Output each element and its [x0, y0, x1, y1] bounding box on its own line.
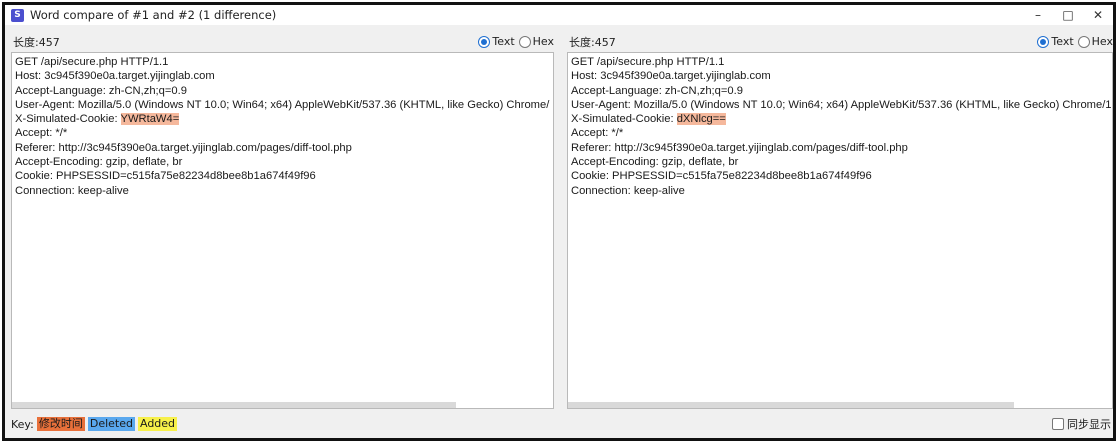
left-line: Accept-Language: zh-CN,zh;q=0.9 — [15, 84, 187, 97]
right-line: Accept-Encoding: gzip, deflate, br — [571, 156, 739, 169]
left-hex-radio[interactable]: Hex — [518, 35, 554, 48]
right-length-label: 长度:457 — [569, 35, 616, 49]
left-line: Accept: */* — [15, 127, 68, 140]
right-text-radio-label: Text — [1051, 35, 1074, 48]
left-length-label: 长度:457 — [13, 35, 60, 49]
radio-unchecked-icon[interactable] — [518, 35, 531, 48]
right-line: Accept-Language: zh-CN,zh;q=0.9 — [571, 84, 743, 97]
close-button[interactable]: ✕ — [1083, 5, 1113, 25]
maximize-button[interactable]: □ — [1053, 5, 1083, 25]
left-pane: 长度:457 Text Hex GET /api/secure.php HTTP… — [11, 32, 554, 409]
radio-unchecked-icon[interactable] — [1077, 35, 1090, 48]
right-cookie-prefix: X-Simulated-Cookie: — [571, 113, 677, 126]
window-controls: – □ ✕ — [1023, 5, 1113, 25]
left-horizontal-scrollbar[interactable] — [12, 402, 456, 408]
window-title: Word compare of #1 and #2 (1 difference) — [30, 8, 277, 22]
key-added: Added — [137, 417, 178, 431]
right-text-radio[interactable]: Text — [1037, 35, 1074, 48]
left-cookie-line: X-Simulated-Cookie: YWRtaW4= — [15, 112, 553, 126]
left-line: GET /api/secure.php HTTP/1.1 — [15, 56, 169, 68]
left-line: User-Agent: Mozilla/5.0 (Windows NT 10.0… — [15, 98, 550, 111]
right-pane: 长度:457 Text Hex GET /api/secure.php HTTP… — [567, 32, 1113, 409]
left-cookie-prefix: X-Simulated-Cookie: — [15, 113, 121, 126]
right-line: Accept: */* — [571, 127, 624, 140]
left-line: Connection: keep-alive — [15, 184, 129, 197]
right-modified-highlight: dXNlcg== — [676, 113, 726, 126]
title-bar: S Word compare of #1 and #2 (1 differenc… — [5, 5, 1113, 25]
right-line: Referer: http://3c945f390e0a.target.yiji… — [571, 141, 908, 154]
right-hex-radio-label: Hex — [1091, 35, 1113, 48]
right-cookie-line: X-Simulated-Cookie: dXNlcg== — [571, 112, 1112, 126]
left-text-radio[interactable]: Text — [478, 35, 515, 48]
left-line: Accept-Encoding: gzip, deflate, br — [15, 156, 183, 169]
left-pane-header: 长度:457 Text Hex — [11, 32, 554, 51]
key-deleted: Deleted — [87, 417, 135, 431]
left-line: Cookie: PHPSESSID=c515fa75e82234d8bee8b1… — [15, 170, 316, 183]
left-line: Host: 3c945f390e0a.target.yijinglab.com — [15, 70, 215, 83]
left-text-area[interactable]: GET /api/secure.php HTTP/1.1 Host: 3c945… — [11, 52, 554, 409]
left-text-radio-label: Text — [492, 35, 515, 48]
sync-display-checkbox[interactable]: 同步显示 — [1052, 416, 1113, 432]
right-line: GET /api/secure.php HTTP/1.1 — [571, 56, 725, 68]
right-view-mode: Text Hex — [1033, 35, 1113, 48]
radio-checked-icon[interactable] — [1037, 35, 1050, 48]
compare-panes: 长度:457 Text Hex GET /api/secure.php HTTP… — [5, 32, 1113, 409]
left-modified-highlight: YWRtaW4= — [120, 113, 180, 126]
app-icon: S — [11, 8, 24, 22]
left-line: Referer: http://3c945f390e0a.target.yiji… — [15, 141, 352, 154]
right-line: Cookie: PHPSESSID=c515fa75e82234d8bee8b1… — [571, 170, 872, 183]
checkbox-unchecked-icon[interactable] — [1052, 418, 1064, 430]
right-horizontal-scrollbar[interactable] — [568, 402, 1015, 408]
legend-bar: Key: 修改时间 Deleted Added 同步显示 — [5, 410, 1113, 438]
right-hex-radio[interactable]: Hex — [1077, 35, 1113, 48]
left-view-mode: Text Hex — [474, 35, 554, 48]
key-label: Key: — [11, 417, 34, 431]
right-line: User-Agent: Mozilla/5.0 (Windows NT 10.0… — [571, 98, 1112, 111]
right-text-area[interactable]: GET /api/secure.php HTTP/1.1 Host: 3c945… — [567, 52, 1113, 409]
minimize-button[interactable]: – — [1023, 5, 1053, 25]
sync-display-label: 同步显示 — [1067, 418, 1111, 431]
key-modified: 修改时间 — [36, 417, 85, 431]
right-pane-header: 长度:457 Text Hex — [567, 32, 1113, 51]
word-compare-window: S Word compare of #1 and #2 (1 differenc… — [2, 2, 1116, 441]
right-line: Host: 3c945f390e0a.target.yijinglab.com — [571, 70, 771, 83]
radio-checked-icon[interactable] — [478, 35, 491, 48]
left-hex-radio-label: Hex — [532, 35, 554, 48]
right-line: Connection: keep-alive — [571, 184, 685, 197]
